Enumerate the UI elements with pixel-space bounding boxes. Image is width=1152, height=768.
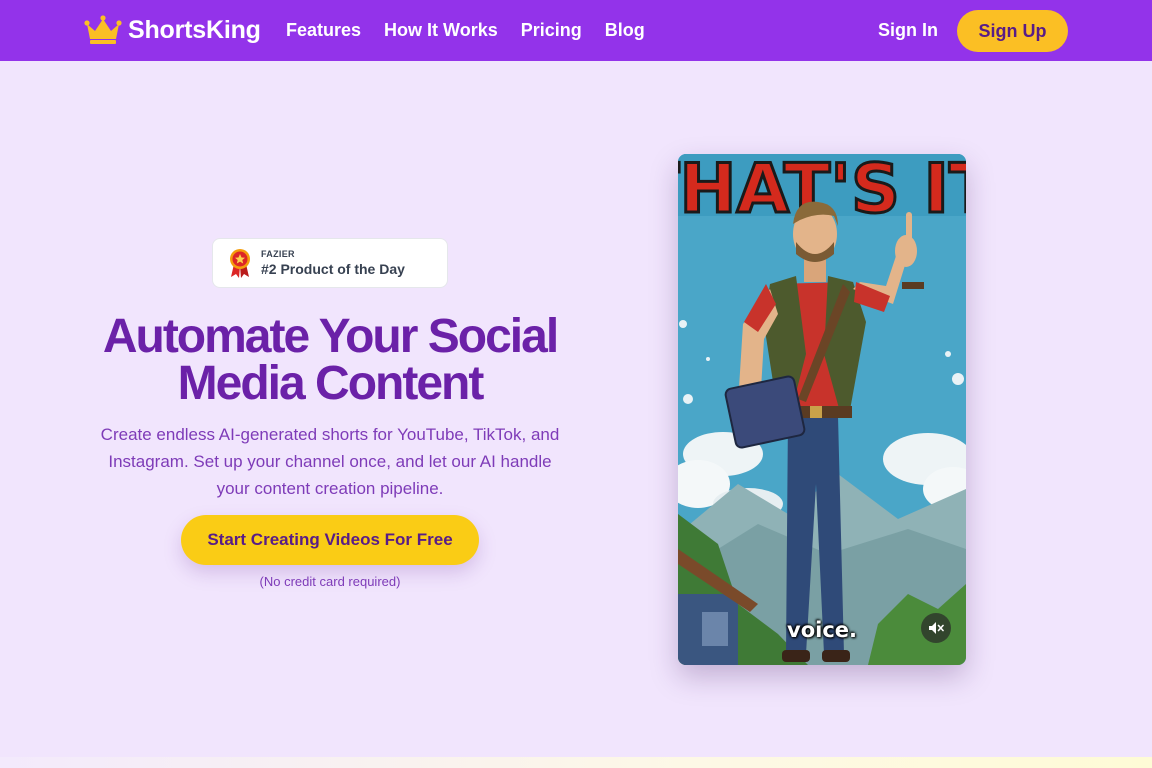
crown-icon (84, 15, 122, 44)
start-creating-button[interactable]: Start Creating Videos For Free (181, 515, 479, 565)
primary-nav: Features How It Works Pricing Blog (286, 20, 645, 41)
hero-subtitle: Create endless AI-generated shorts for Y… (100, 425, 560, 498)
product-of-day-badge[interactable]: FAZIER #2 Product of the Day (212, 238, 448, 288)
video-illustration: THAT'S IT. (678, 154, 966, 665)
nav-link-pricing[interactable]: Pricing (521, 20, 582, 41)
mute-toggle-button[interactable] (921, 613, 951, 643)
top-navbar: ShortsKing Features How It Works Pricing… (0, 0, 1152, 61)
next-section-edge (0, 757, 1152, 768)
sign-up-button[interactable]: Sign Up (957, 10, 1068, 52)
nav-link-blog[interactable]: Blog (605, 20, 645, 41)
brand-name: ShortsKing (128, 15, 261, 44)
hero-title-line-2: Media Content (177, 357, 485, 410)
badge-title: #2 Product of the Day (261, 261, 405, 277)
nav-link-features[interactable]: Features (286, 20, 361, 41)
hero-title: Automate Your Social Media Content (80, 310, 580, 410)
hero-title-line-1: Automate Your Social (102, 310, 559, 363)
video-preview[interactable]: THAT'S IT. (678, 154, 966, 665)
nav-link-how-it-works[interactable]: How It Works (384, 20, 498, 41)
award-ribbon-icon (230, 249, 250, 278)
badge-kicker: FAZIER (261, 249, 295, 259)
no-credit-card-note: (No credit card required) (259, 574, 401, 589)
sign-in-link[interactable]: Sign In (878, 20, 938, 41)
brand-logo-link[interactable]: ShortsKing (84, 14, 261, 46)
speaker-muted-icon (929, 622, 944, 634)
badge-text: FAZIER #2 Product of the Day (261, 249, 405, 277)
